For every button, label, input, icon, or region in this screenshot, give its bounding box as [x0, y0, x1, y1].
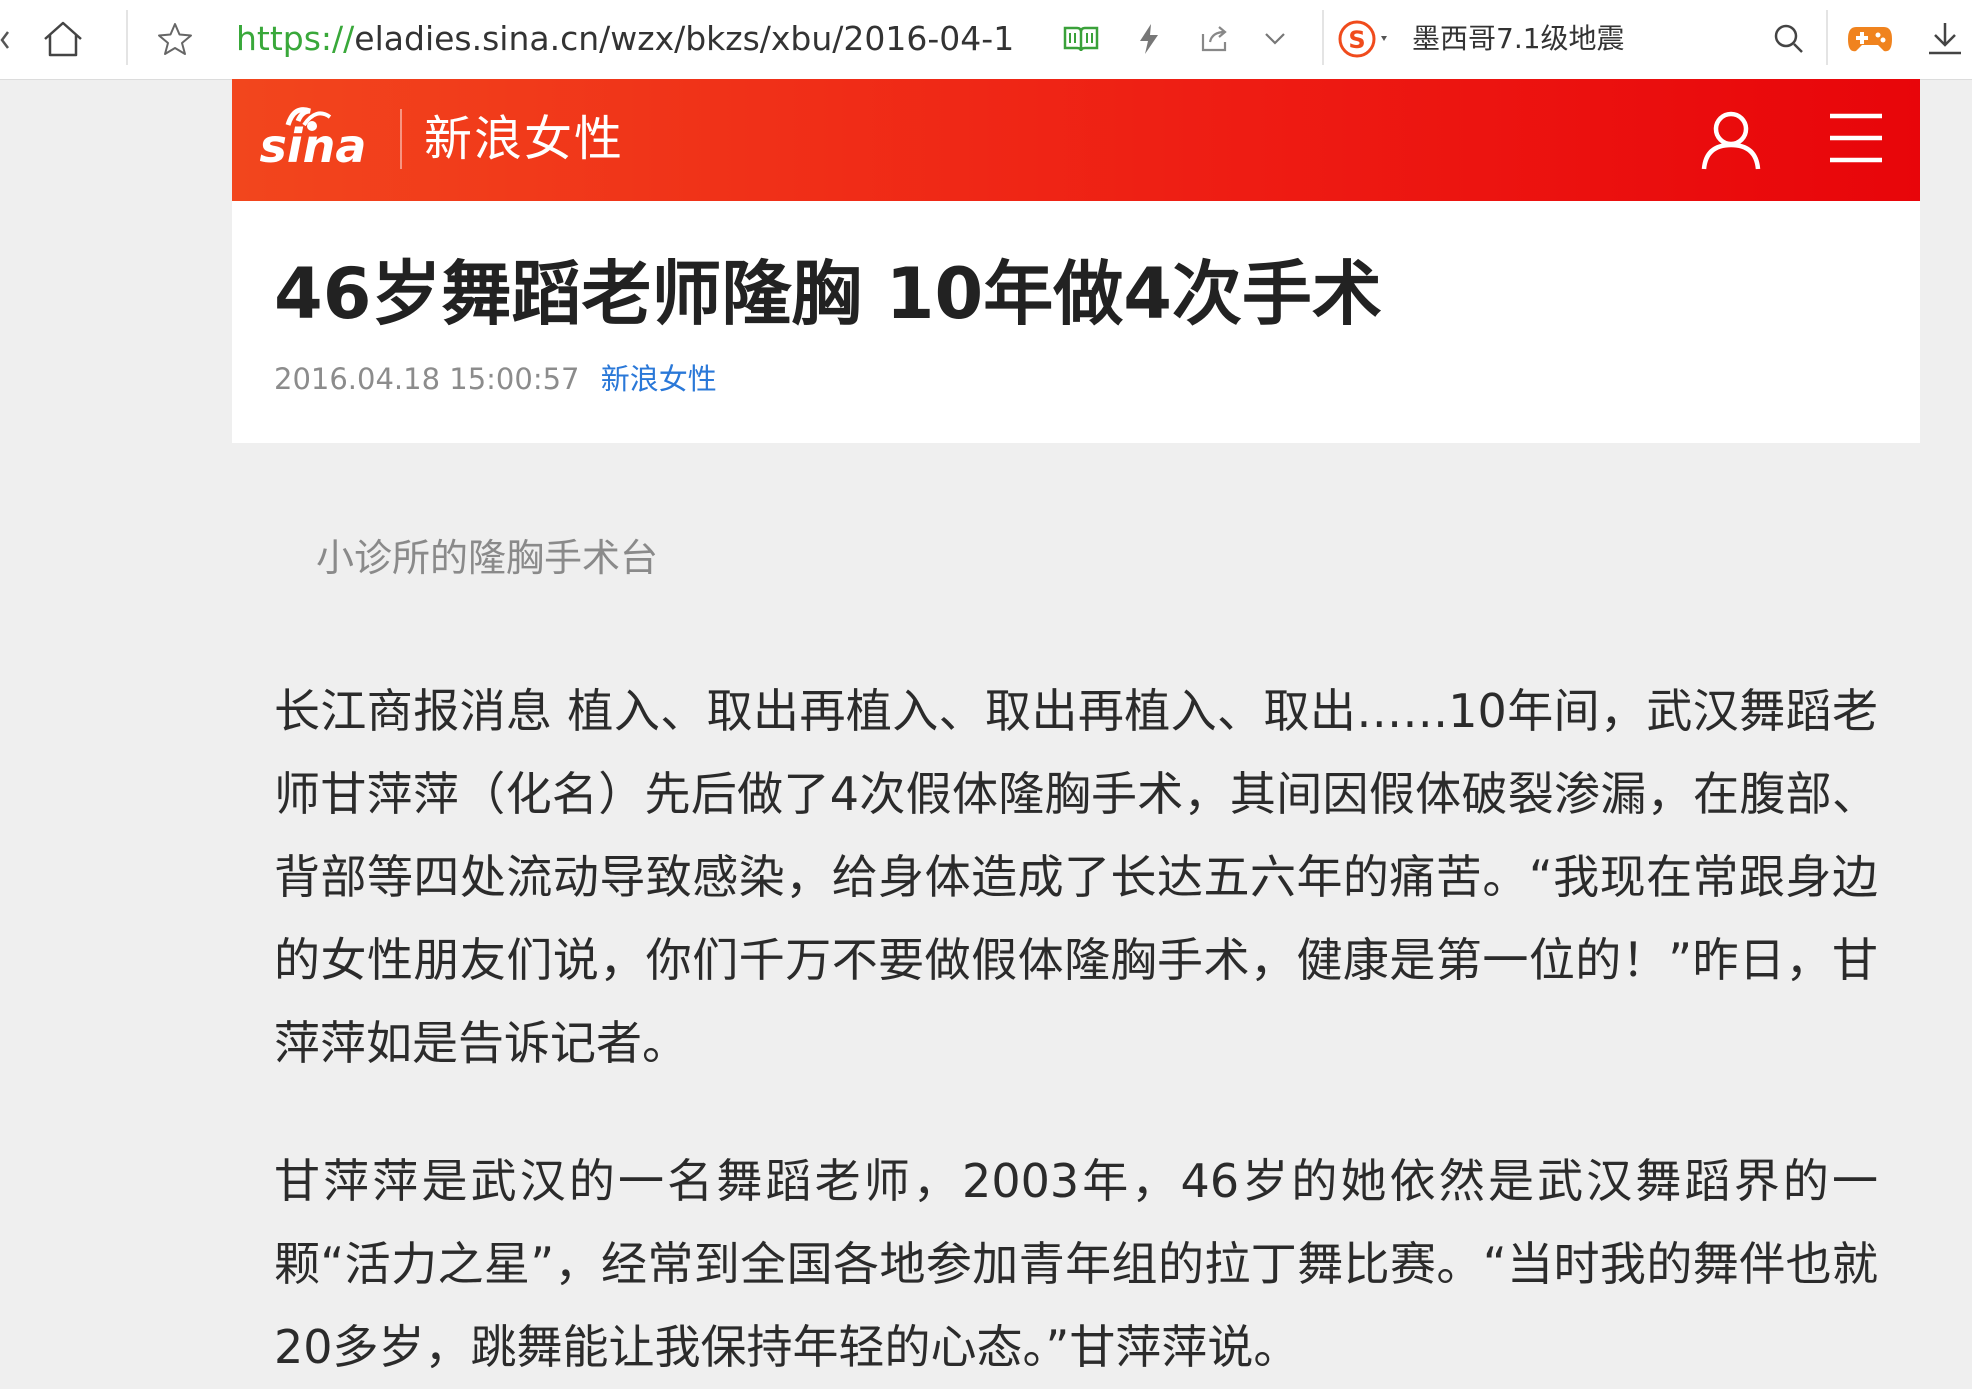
site-name[interactable]: 新浪女性 — [424, 109, 624, 169]
url-scheme: https:// — [236, 19, 355, 58]
reader-mode-icon[interactable] — [1056, 14, 1106, 64]
site-header: sina 新浪女性 — [232, 79, 1920, 201]
article-meta: 2016.04.18 15:00:57 新浪女性 — [274, 359, 717, 399]
toolbar-divider — [126, 10, 128, 65]
sina-logo[interactable]: sina — [258, 99, 368, 179]
user-account-icon[interactable] — [1696, 105, 1766, 175]
image-caption: 小诊所的隆胸手术台 — [316, 536, 659, 580]
browser-toolbar: https://eladies.sina.cn/wzx/bkzs/xbu/201… — [0, 0, 1972, 80]
back-button[interactable] — [0, 26, 10, 54]
home-icon[interactable] — [38, 14, 88, 64]
address-bar[interactable]: https://eladies.sina.cn/wzx/bkzs/xbu/201… — [236, 18, 1016, 60]
download-icon[interactable] — [1920, 14, 1970, 64]
article-paragraph: 甘萍萍是武汉的一名舞蹈老师，2003年，46岁的她依然是武汉舞蹈界的一颗“活力之… — [274, 1154, 1878, 1374]
logo-divider — [400, 109, 402, 169]
toolbar-divider — [1322, 10, 1324, 65]
article-date: 2016.04.18 15:00:57 — [274, 362, 580, 396]
share-icon[interactable] — [1190, 14, 1240, 64]
article-title: 46岁舞蹈老师隆胸 10年做4次手术 — [274, 253, 1382, 335]
hamburger-menu-icon[interactable] — [1826, 107, 1886, 169]
toolbar-divider — [1826, 10, 1828, 65]
search-engine-icon[interactable]: S — [1336, 14, 1398, 64]
logo-wordmark: sina — [260, 119, 367, 173]
search-icon[interactable] — [1764, 14, 1814, 64]
svg-text:S: S — [1348, 26, 1365, 54]
chevron-down-icon[interactable] — [1250, 14, 1300, 64]
bookmark-star-icon[interactable] — [150, 14, 200, 64]
article-paragraph: 长江商报消息 植入、取出再植入、取出再植入、取出……10年间，武汉舞蹈老师甘萍萍… — [274, 684, 1878, 1070]
article-title-card: 46岁舞蹈老师隆胸 10年做4次手术 2016.04.18 15:00:57 新… — [232, 201, 1920, 443]
lightning-icon[interactable] — [1124, 14, 1174, 64]
article-source-link[interactable]: 新浪女性 — [601, 362, 717, 396]
url-path: eladies.sina.cn/wzx/bkzs/xbu/2016-04-18/… — [354, 19, 1016, 58]
game-controller-icon[interactable] — [1842, 14, 1898, 64]
search-suggestion-text[interactable]: 墨西哥7.1级地震 — [1412, 18, 1712, 60]
